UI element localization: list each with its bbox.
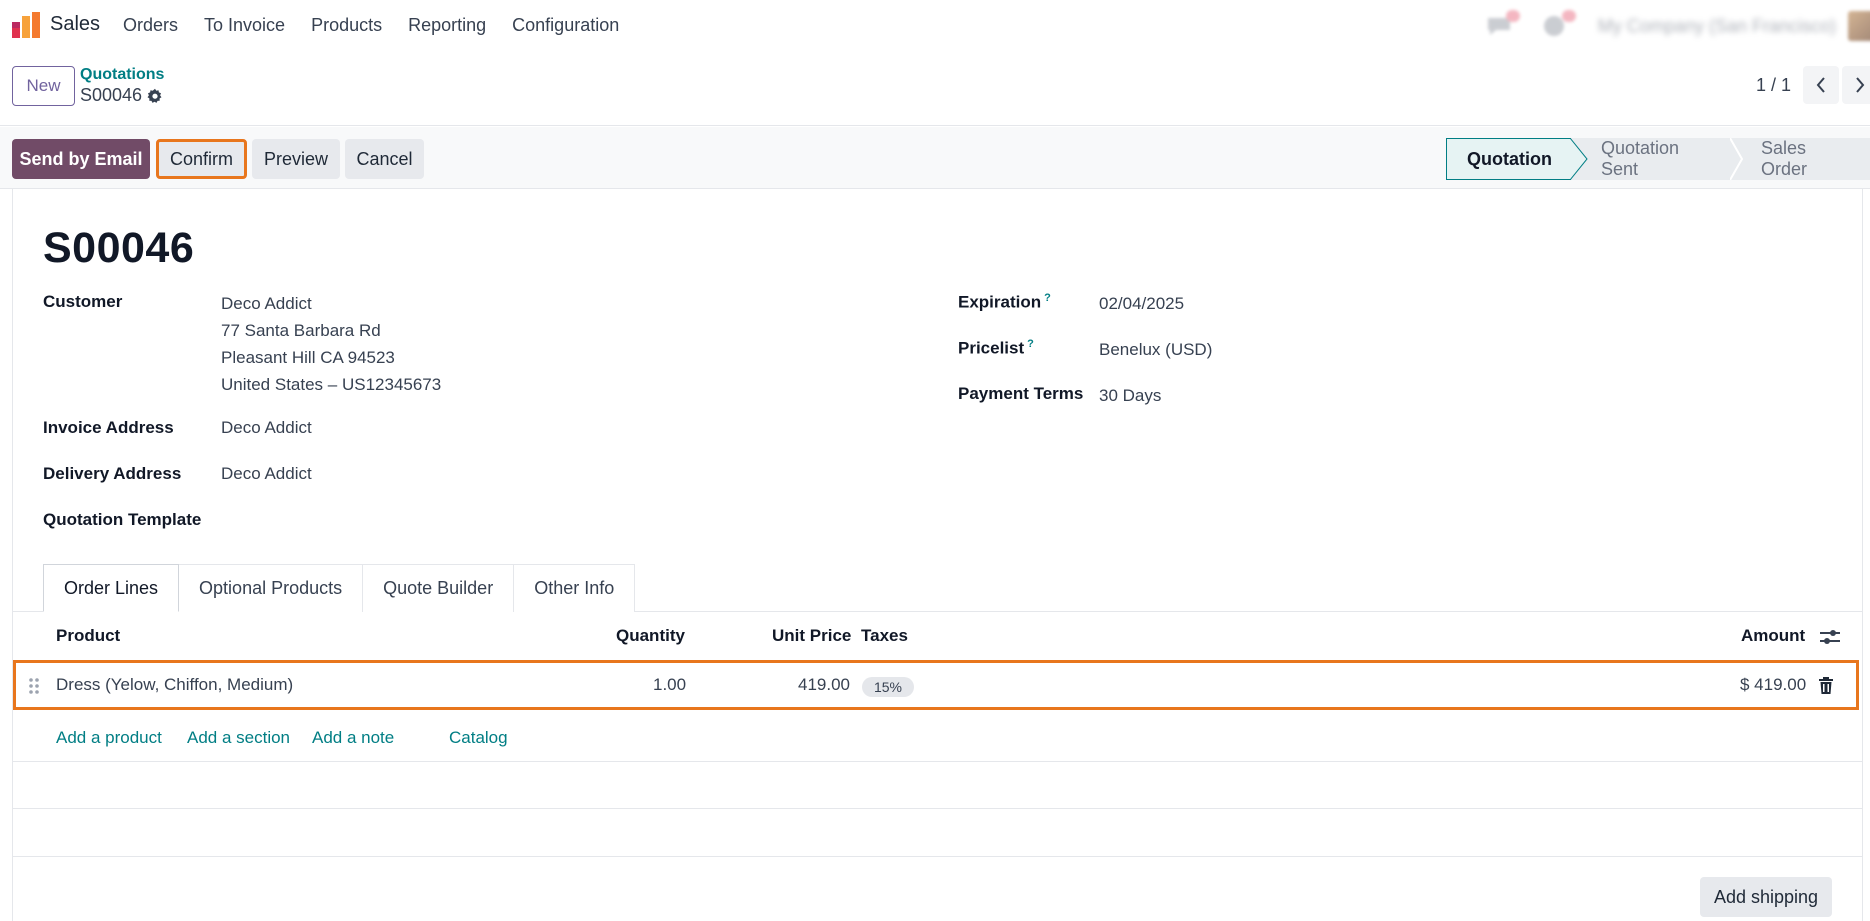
stage-quotation-sent[interactable]: Quotation Sent — [1571, 138, 1743, 180]
send-by-email-button[interactable]: Send by Email — [12, 139, 150, 179]
customer-label: Customer — [43, 292, 123, 311]
systray: My Company (San Francisco) — [1486, 8, 1870, 44]
page-title: S00046 — [43, 224, 195, 272]
column-unit-price[interactable]: Unit Price — [772, 626, 851, 646]
tab-quote-builder[interactable]: Quote Builder — [363, 564, 515, 612]
confirm-button[interactable]: Confirm — [156, 139, 247, 179]
stage-quotation-sent-label: Quotation Sent — [1601, 138, 1680, 179]
pricelist-field[interactable]: Benelux (USD) — [1099, 336, 1212, 363]
customer-field[interactable]: Deco Addict 77 Santa Barbara Rd Pleasant… — [221, 290, 441, 398]
add-product-link[interactable]: Add a product — [56, 728, 162, 748]
breadcrumb-quotations[interactable]: Quotations — [80, 66, 164, 84]
column-taxes[interactable]: Taxes — [861, 626, 908, 646]
app-name[interactable]: Sales — [50, 13, 100, 36]
stage-quotation[interactable]: Quotation — [1446, 138, 1588, 180]
pricelist-help-icon[interactable]: ? — [1027, 338, 1034, 350]
sales-app-icon[interactable] — [12, 12, 40, 38]
expiration-label: Expiration? — [958, 292, 1051, 313]
menu-reporting[interactable]: Reporting — [408, 15, 486, 36]
tab-optional-products[interactable]: Optional Products — [179, 564, 364, 612]
chevron-right-icon — [1856, 77, 1865, 93]
company-switcher[interactable]: My Company (San Francisco) — [1598, 16, 1836, 37]
pricelist-label: Pricelist? — [958, 338, 1034, 359]
stage-quotation-label: Quotation — [1467, 148, 1552, 169]
chat-icon[interactable] — [1486, 10, 1520, 38]
activity-badge — [1561, 10, 1576, 22]
menu-to-invoice[interactable]: To Invoice — [204, 15, 285, 36]
row-amount: $ 419.00 — [1740, 675, 1807, 694]
expiration-help-icon[interactable]: ? — [1044, 292, 1051, 304]
payment-terms-field[interactable]: 30 Days — [1099, 382, 1161, 409]
main-menu: Orders To Invoice Products Reporting Con… — [123, 15, 645, 36]
control-panel: New Quotations S00046 1 / 1 — [0, 52, 1870, 126]
stage-sales-order[interactable]: Sales Order — [1731, 138, 1870, 180]
payment-terms-label: Payment Terms — [958, 384, 1084, 403]
top-navbar: Sales Orders To Invoice Products Reporti… — [0, 0, 1870, 52]
column-product[interactable]: Product — [56, 626, 120, 646]
pager-value[interactable]: 1 / 1 — [1756, 75, 1791, 96]
pager-previous-button[interactable] — [1803, 66, 1839, 104]
add-note-link[interactable]: Add a note — [312, 728, 394, 748]
customer-name: Deco Addict — [221, 294, 312, 313]
gear-icon[interactable] — [147, 88, 163, 104]
status-bar: Send by Email Confirm Preview Cancel Quo… — [0, 127, 1870, 189]
row-divider — [12, 808, 1863, 809]
delivery-address-field[interactable]: Deco Addict — [221, 460, 312, 487]
expiration-label-text: Expiration — [958, 292, 1042, 312]
chevron-left-icon — [1816, 77, 1825, 93]
column-settings-icon[interactable] — [1819, 628, 1841, 646]
invoice-address-label: Invoice Address — [43, 418, 174, 437]
invoice-address-field[interactable]: Deco Addict — [221, 414, 312, 441]
tab-order-lines[interactable]: Order Lines — [43, 564, 180, 612]
stage-pipeline: Quotation Quotation Sent Sales Order — [1446, 138, 1870, 180]
chat-badge — [1505, 10, 1520, 22]
add-shipping-button[interactable]: Add shipping — [1700, 877, 1832, 917]
catalog-link[interactable]: Catalog — [449, 728, 508, 748]
cancel-button[interactable]: Cancel — [345, 139, 424, 179]
customer-street: 77 Santa Barbara Rd — [221, 321, 381, 340]
expiration-field[interactable]: 02/04/2025 — [1099, 290, 1184, 317]
trash-icon[interactable] — [1818, 677, 1834, 695]
menu-products[interactable]: Products — [311, 15, 382, 36]
menu-orders[interactable]: Orders — [123, 15, 178, 36]
activity-clock-icon[interactable] — [1542, 10, 1576, 38]
drag-handle-icon[interactable] — [28, 677, 40, 695]
column-amount[interactable]: Amount — [1741, 626, 1805, 646]
row-quantity[interactable]: 1.00 — [653, 675, 686, 695]
add-section-link[interactable]: Add a section — [187, 728, 290, 748]
row-product[interactable]: Dress (Yelow, Chiffon, Medium) — [56, 675, 293, 695]
breadcrumb-current: S00046 — [80, 85, 163, 106]
menu-configuration[interactable]: Configuration — [512, 15, 619, 36]
pricelist-label-text: Pricelist — [958, 338, 1025, 358]
new-button[interactable]: New — [12, 66, 75, 106]
stage-sales-order-label: Sales Order — [1761, 138, 1808, 179]
column-quantity[interactable]: Quantity — [616, 626, 685, 646]
row-divider — [12, 856, 1863, 857]
notebook-tabs: Order Lines Optional Products Quote Buil… — [43, 564, 636, 612]
tab-other-info[interactable]: Other Info — [514, 564, 636, 612]
customer-city: Pleasant Hill CA 94523 — [221, 348, 395, 367]
record-name: S00046 — [80, 85, 143, 105]
user-avatar[interactable] — [1848, 11, 1870, 41]
delivery-address-label: Delivery Address — [43, 464, 182, 483]
stage-arrow-icon — [1570, 138, 1588, 180]
tax-badge[interactable]: 15% — [862, 677, 914, 697]
row-divider — [12, 761, 1863, 762]
row-unit-price[interactable]: 419.00 — [798, 675, 850, 695]
pager-next-button[interactable] — [1842, 66, 1870, 104]
quotation-template-label: Quotation Template — [43, 510, 202, 529]
preview-button[interactable]: Preview — [252, 139, 340, 179]
customer-country: United States – US12345673 — [221, 375, 442, 394]
stage-arrow-icon — [1730, 138, 1743, 180]
